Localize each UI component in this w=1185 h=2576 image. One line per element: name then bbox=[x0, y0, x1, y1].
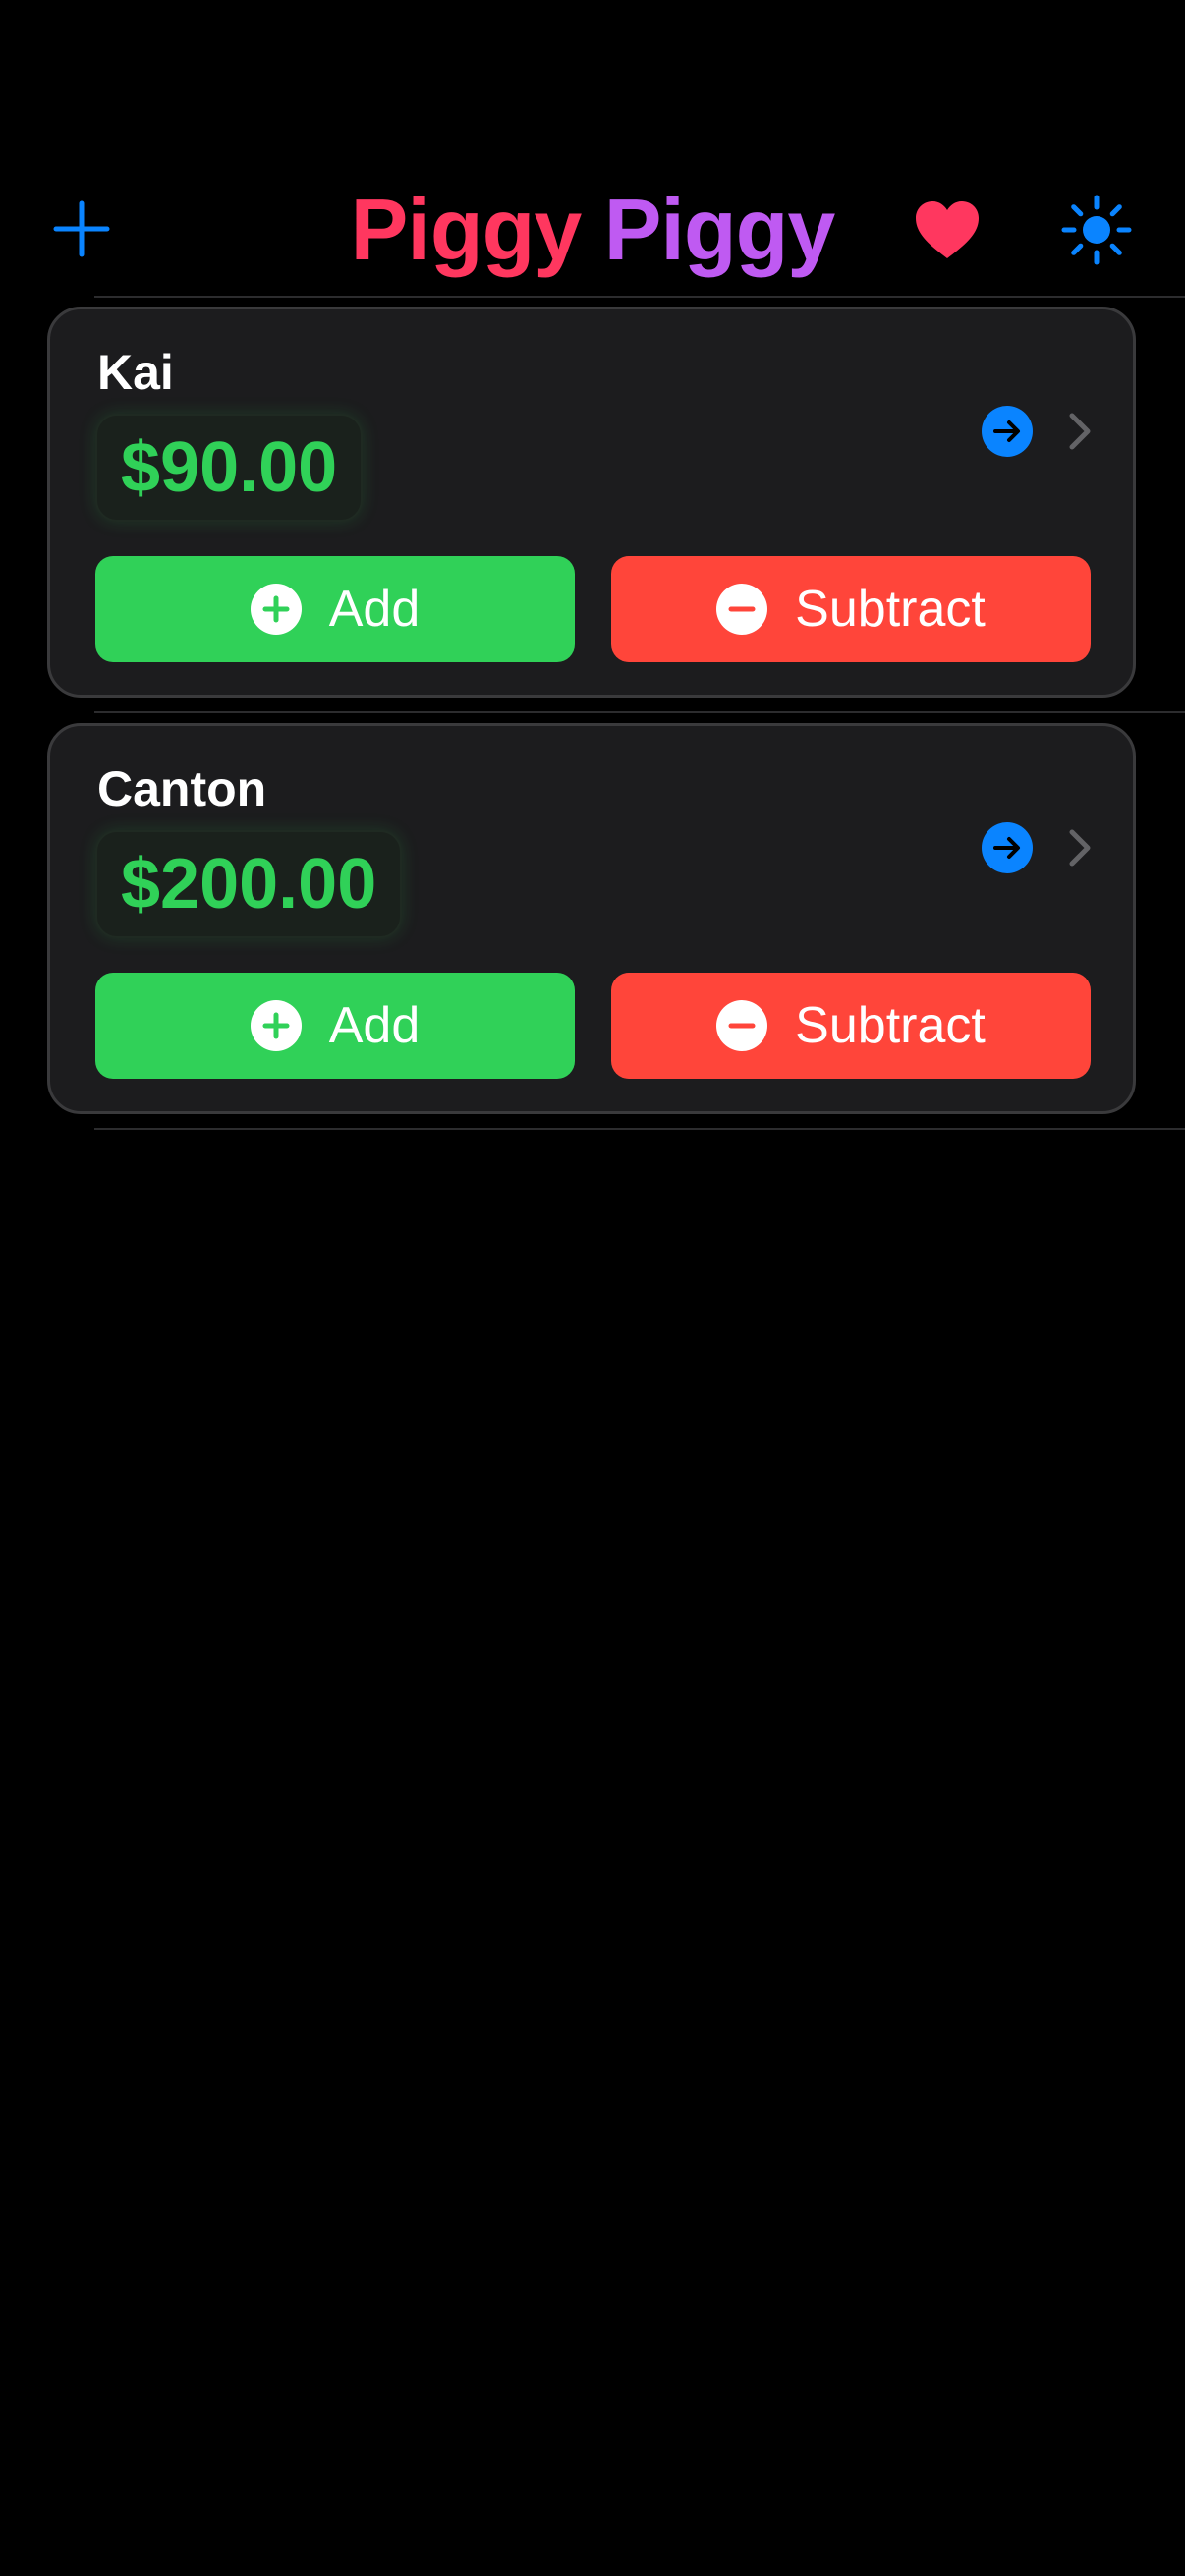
row-separator bbox=[94, 296, 1185, 298]
arrow-right-circle-icon[interactable] bbox=[982, 406, 1033, 457]
chevron-right-icon[interactable] bbox=[1066, 828, 1094, 868]
subtract-button-label: Subtract bbox=[795, 997, 986, 1054]
plus-circle-icon bbox=[250, 584, 302, 635]
add-button-label: Add bbox=[328, 997, 421, 1054]
sun-icon bbox=[1061, 195, 1132, 265]
add-button[interactable]: Add bbox=[95, 556, 575, 662]
subtract-button-label: Subtract bbox=[795, 581, 986, 638]
account-name: Canton bbox=[97, 761, 267, 816]
row-separator bbox=[94, 711, 1185, 713]
minus-circle-icon bbox=[716, 1000, 768, 1051]
balance-amount: $200.00 bbox=[121, 845, 377, 924]
app-title-second-word: Piggy bbox=[603, 181, 836, 278]
chevron-right-icon[interactable] bbox=[1066, 412, 1094, 451]
theme-toggle-button[interactable] bbox=[1059, 193, 1134, 267]
add-button-label: Add bbox=[328, 581, 421, 638]
row-separator bbox=[94, 1128, 1185, 1130]
subtract-button[interactable]: Subtract bbox=[611, 973, 1091, 1079]
navigation-bar: Piggy Piggy bbox=[0, 167, 1185, 297]
app-title-first-word: Piggy bbox=[350, 181, 583, 278]
balance-badge: $90.00 bbox=[95, 414, 364, 522]
favorite-button[interactable] bbox=[910, 193, 985, 267]
account-name: Kai bbox=[97, 345, 174, 400]
arrow-right-circle-icon[interactable] bbox=[982, 822, 1033, 873]
account-card[interactable]: Canton $200.00 Add Subtract bbox=[47, 723, 1136, 1114]
account-card[interactable]: Kai $90.00 Add Subtract bbox=[47, 307, 1136, 698]
heart-icon bbox=[916, 201, 979, 258]
app-title: Piggy Piggy bbox=[0, 181, 1185, 279]
plus-circle-icon bbox=[250, 1000, 302, 1051]
balance-badge: $200.00 bbox=[95, 830, 403, 938]
balance-amount: $90.00 bbox=[121, 428, 338, 507]
subtract-button[interactable]: Subtract bbox=[611, 556, 1091, 662]
minus-circle-icon bbox=[716, 584, 768, 635]
add-button[interactable]: Add bbox=[95, 973, 575, 1079]
